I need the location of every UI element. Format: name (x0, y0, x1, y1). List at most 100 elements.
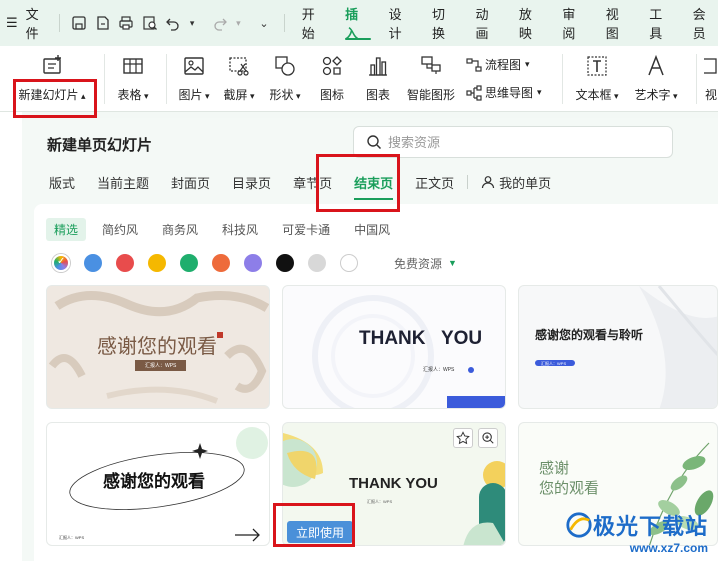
video-icon (704, 46, 718, 86)
style-chinese[interactable]: 中国风 (346, 218, 398, 241)
divider (283, 14, 285, 32)
chart-button[interactable]: 图表 (360, 46, 396, 112)
chevron-down-icon[interactable]: ▾ (232, 12, 244, 34)
search-input[interactable] (388, 134, 648, 150)
hamburger-icon: ☰ (6, 15, 18, 30)
tab-view[interactable]: 视图 (597, 0, 640, 46)
tab-design[interactable]: 设计 (380, 0, 423, 46)
template-card[interactable]: 感谢您的观看 汇报人：WPS (46, 285, 270, 409)
smart-art-button[interactable]: 智能图形 (404, 46, 458, 112)
menu-bar: ☰ 文件 ▾ ▾ ⌄ 开始 插入 设计 切换 动画 放映 审阅 视图 工具 会员 (0, 0, 718, 46)
color-swatch-orange[interactable] (212, 254, 230, 272)
color-swatch-purple[interactable] (244, 254, 262, 272)
tab-tools[interactable]: 工具 (640, 0, 683, 46)
file-menu-label: 文件 (25, 7, 39, 41)
tab-animation[interactable]: 动画 (466, 0, 509, 46)
free-resources-dropdown[interactable]: 免费资源 ▼ (394, 255, 457, 272)
card4-subtitle: 汇报人：WPS (59, 535, 85, 540)
style-cute[interactable]: 可爱卡通 (274, 218, 338, 241)
template-card[interactable]: THANK YOU 汇报人：WPS (282, 285, 506, 409)
slide-pane-edge (0, 112, 22, 561)
style-business[interactable]: 商务风 (154, 218, 206, 241)
wordart-button[interactable]: 艺术字 ▾ (630, 46, 682, 112)
new-slide-button[interactable]: 新建幻灯片 ▴ (8, 46, 96, 112)
favorite-star-button[interactable] (453, 428, 473, 448)
tab-transition[interactable]: 切换 (423, 0, 466, 46)
color-swatch-red[interactable] (116, 254, 134, 272)
undo-icon[interactable] (163, 12, 185, 34)
use-now-button[interactable]: 立即使用 (287, 521, 353, 543)
icon-label: 图标 (319, 88, 344, 102)
print-preview-icon[interactable] (139, 12, 161, 34)
template-gallery: 精选 简约风 商务风 科技风 可爱卡通 中国风 ✓ 免费资源 ▼ 感谢您的观看 … (34, 204, 718, 561)
quick-access-dropdown-icon[interactable]: ⌄ (253, 12, 275, 34)
textbox-button[interactable]: 文本框 ▾ (572, 46, 622, 112)
mindmap-button[interactable]: 思维导图 ▾ (466, 84, 542, 101)
divider (696, 54, 697, 104)
smart-art-label: 智能图形 (406, 88, 455, 102)
watermark: 极光下载站 www.xz7.com (565, 509, 708, 555)
card5-subtitle: 汇报人：WPS (367, 499, 393, 504)
divider (467, 175, 469, 189)
tab-review[interactable]: 审阅 (553, 0, 596, 46)
redo-icon[interactable] (209, 12, 231, 34)
video-button[interactable]: 视 (704, 46, 718, 112)
card3-decoration (535, 286, 717, 408)
style-featured[interactable]: 精选 (46, 218, 87, 241)
color-swatch-green[interactable] (180, 254, 198, 272)
tab-body[interactable]: 正文页 (404, 170, 465, 194)
color-swatch-blue[interactable] (84, 254, 102, 272)
screenshot-button[interactable]: 截屏 ▾ (218, 46, 260, 112)
watermark-url: www.xz7.com (629, 541, 708, 555)
watermark-logo-icon (566, 512, 592, 538)
color-swatch-gray[interactable] (308, 254, 326, 272)
print-icon[interactable] (116, 12, 138, 34)
tab-insert[interactable]: 插入 (336, 0, 379, 46)
tab-slideshow[interactable]: 放映 (510, 0, 553, 46)
tab-member[interactable]: 会员 (684, 0, 718, 46)
tab-home[interactable]: 开始 (293, 0, 336, 46)
template-card[interactable]: 感谢您的观看与聆听 汇报人：WPS (518, 285, 718, 409)
card2-title: THANK YOU (359, 328, 483, 349)
chart-label: 图表 (365, 88, 390, 102)
flowchart-button[interactable]: 流程图 ▾ (466, 56, 530, 73)
divider (58, 14, 60, 32)
divider (104, 54, 105, 104)
card1-accent (217, 332, 223, 338)
textbox-label: 文本框 (575, 88, 612, 102)
card6-title-line2: 您的观看 (539, 479, 600, 497)
color-swatch-yellow[interactable] (148, 254, 166, 272)
table-icon (121, 46, 145, 86)
picture-button[interactable]: 图片 ▾ (174, 46, 214, 112)
tab-my-pages[interactable]: 我的单页 (470, 170, 562, 194)
color-swatch-white[interactable] (340, 254, 358, 272)
export-pdf-icon[interactable] (92, 12, 114, 34)
tab-chapter[interactable]: 章节页 (282, 170, 343, 194)
template-card[interactable]: THANK YOU 汇报人：WPS 立即使用 (282, 422, 506, 546)
picture-label: 图片 (178, 88, 203, 102)
color-all-swatch[interactable]: ✓ (52, 254, 70, 272)
tab-ending[interactable]: 结束页 (343, 170, 404, 200)
divider (562, 54, 563, 104)
table-button[interactable]: 表格 ▾ (112, 46, 154, 112)
color-swatch-black[interactable] (276, 254, 294, 272)
chevron-down-icon[interactable]: ▾ (186, 12, 198, 34)
search-box[interactable] (353, 126, 673, 158)
template-card[interactable]: 感谢您的观看 汇报人：WPS (46, 422, 270, 546)
tab-cover[interactable]: 封面页 (160, 170, 221, 194)
style-simple[interactable]: 简约风 (94, 218, 146, 241)
user-icon (482, 176, 495, 189)
search-icon (367, 135, 382, 150)
icon-button[interactable]: 图标 (314, 46, 350, 112)
picture-icon (182, 46, 206, 86)
chart-icon (366, 46, 390, 86)
tab-current-theme[interactable]: 当前主题 (86, 170, 160, 194)
shape-button[interactable]: 形状 ▾ (264, 46, 306, 112)
file-menu[interactable]: ☰ 文件 (6, 4, 51, 42)
tab-layout[interactable]: 版式 (38, 170, 86, 194)
save-icon[interactable] (69, 12, 91, 34)
zoom-preview-button[interactable] (478, 428, 498, 448)
style-tech[interactable]: 科技风 (214, 218, 266, 241)
tab-contents[interactable]: 目录页 (221, 170, 282, 194)
new-slide-icon (40, 46, 64, 86)
